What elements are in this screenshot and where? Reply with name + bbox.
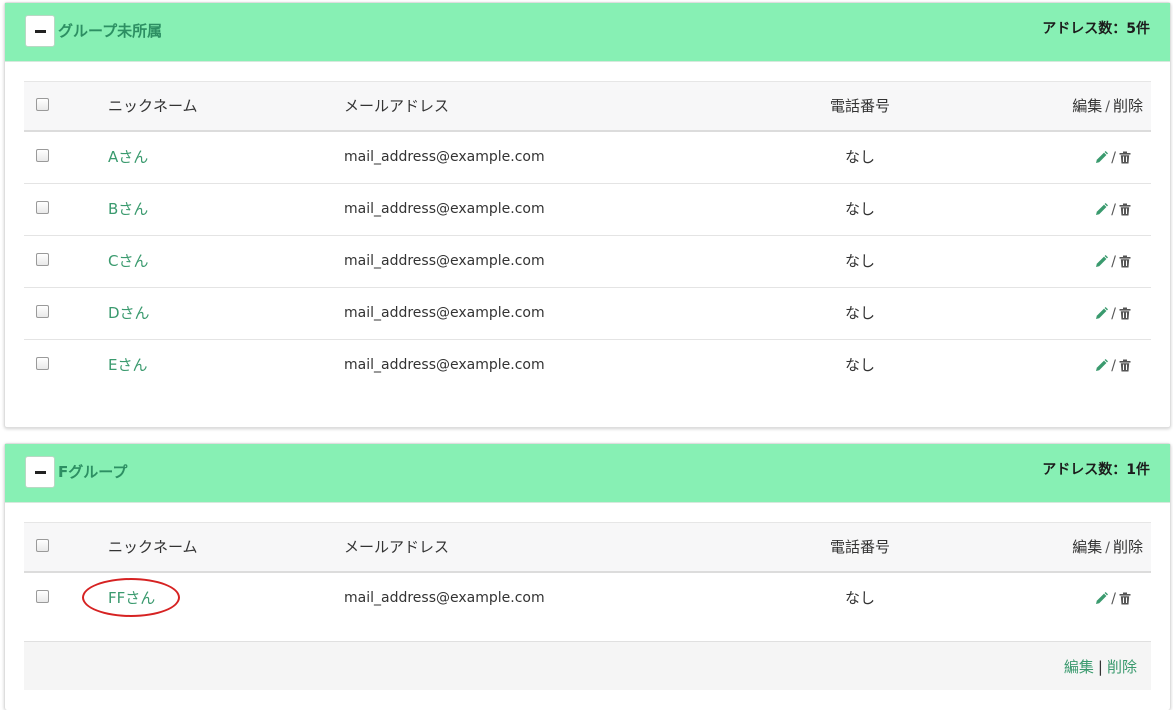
email-value: mail_address@example.com	[344, 590, 545, 606]
email-value: mail_address@example.com	[344, 201, 545, 217]
pencil-icon[interactable]	[1095, 203, 1109, 216]
table-row: Aさん mail_address@example.com なし /	[24, 132, 1151, 184]
row-checkbox[interactable]	[36, 590, 49, 603]
table-row: FFさん mail_address@example.com なし /	[24, 573, 1151, 625]
row-checkbox[interactable]	[36, 305, 49, 318]
address-count: アドレス数：5件	[1042, 21, 1150, 37]
nickname-link[interactable]: Aさん	[108, 132, 148, 182]
group-header: Fグループ アドレス数：1件	[5, 444, 1170, 503]
group-panel-f: Fグループ アドレス数：1件 ニックネーム メールアドレス 電話番号 編集 / 削除…	[4, 443, 1171, 710]
row-checkbox[interactable]	[36, 149, 49, 162]
group-delete-link[interactable]: 削除	[1107, 658, 1137, 676]
row-checkbox[interactable]	[36, 357, 49, 370]
phone-value: なし	[844, 148, 875, 166]
column-header-edit: 編集	[1072, 538, 1103, 556]
group-panel-unassigned: グループ未所属 アドレス数：5件 ニックネーム メールアドレス 電話番号 編集 /…	[4, 2, 1171, 428]
select-all-checkbox[interactable]	[36, 98, 49, 111]
trash-icon[interactable]	[1119, 151, 1131, 164]
table-header-row: ニックネーム メールアドレス 電話番号 編集 / 削除	[24, 81, 1151, 132]
address-table: ニックネーム メールアドレス 電話番号 編集 / 削除 FFさん mail_addr…	[24, 522, 1151, 625]
table-row: Eさん mail_address@example.com なし /	[24, 340, 1151, 392]
column-header-phone: 電話番号	[829, 97, 890, 115]
minus-icon	[35, 471, 46, 474]
column-header-email: メールアドレス	[344, 97, 450, 115]
column-header-separator: /	[1105, 99, 1110, 115]
group-header: グループ未所属 アドレス数：5件	[5, 3, 1170, 62]
footer-separator: |	[1097, 658, 1103, 676]
column-header-email: メールアドレス	[344, 538, 450, 556]
collapse-button[interactable]	[25, 456, 55, 488]
pencil-icon[interactable]	[1095, 359, 1109, 372]
trash-icon[interactable]	[1119, 592, 1131, 605]
column-header-actions: 編集 / 削除	[1072, 82, 1143, 131]
pencil-icon[interactable]	[1095, 307, 1109, 320]
pencil-icon[interactable]	[1095, 255, 1109, 268]
row-checkbox[interactable]	[36, 253, 49, 266]
phone-value: なし	[844, 252, 875, 270]
pencil-icon[interactable]	[1095, 592, 1109, 605]
group-edit-link[interactable]: 編集	[1064, 658, 1094, 676]
email-value: mail_address@example.com	[344, 149, 545, 165]
phone-value: なし	[844, 356, 875, 374]
column-header-edit: 編集	[1072, 97, 1103, 115]
trash-icon[interactable]	[1119, 255, 1131, 268]
email-value: mail_address@example.com	[344, 305, 545, 321]
address-count: アドレス数：1件	[1042, 462, 1150, 478]
trash-icon[interactable]	[1119, 203, 1131, 216]
table-row: Cさん mail_address@example.com なし /	[24, 236, 1151, 288]
column-header-delete: 削除	[1112, 97, 1143, 115]
group-footer: 編集 | 削除	[24, 641, 1151, 690]
group-title[interactable]: Fグループ	[58, 461, 127, 482]
table-row: Dさん mail_address@example.com なし /	[24, 288, 1151, 340]
pencil-icon[interactable]	[1095, 151, 1109, 164]
nickname-link[interactable]: Eさん	[108, 340, 147, 390]
column-header-separator: /	[1105, 540, 1110, 556]
table-row: Bさん mail_address@example.com なし /	[24, 184, 1151, 236]
nickname-link[interactable]: Bさん	[108, 184, 148, 234]
email-value: mail_address@example.com	[344, 253, 545, 269]
column-header-delete: 削除	[1112, 538, 1143, 556]
row-checkbox[interactable]	[36, 201, 49, 214]
column-header-nickname: ニックネーム	[108, 97, 198, 115]
phone-value: なし	[844, 200, 875, 218]
column-header-phone: 電話番号	[829, 538, 890, 556]
phone-value: なし	[844, 304, 875, 322]
nickname-link[interactable]: FFさん	[108, 573, 155, 623]
select-all-checkbox[interactable]	[36, 539, 49, 552]
group-title[interactable]: グループ未所属	[58, 20, 162, 41]
nickname-link[interactable]: Cさん	[108, 236, 148, 286]
trash-icon[interactable]	[1119, 307, 1131, 320]
email-value: mail_address@example.com	[344, 357, 545, 373]
collapse-button[interactable]	[25, 15, 55, 47]
phone-value: なし	[844, 589, 875, 607]
nickname-link[interactable]: Dさん	[108, 288, 150, 338]
column-header-nickname: ニックネーム	[108, 538, 198, 556]
address-table: ニックネーム メールアドレス 電話番号 編集 / 削除 Aさん mail_addre…	[24, 81, 1151, 392]
minus-icon	[35, 30, 46, 33]
column-header-actions: 編集 / 削除	[1072, 523, 1143, 572]
table-header-row: ニックネーム メールアドレス 電話番号 編集 / 削除	[24, 522, 1151, 573]
trash-icon[interactable]	[1119, 359, 1131, 372]
